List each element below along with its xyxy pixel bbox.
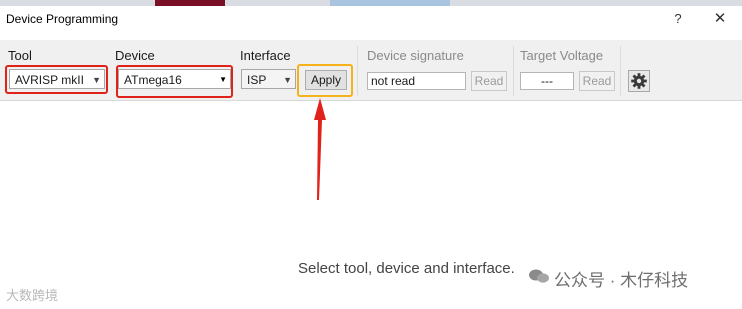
status-message: Select tool, device and interface.	[298, 260, 515, 277]
help-button[interactable]: ?	[668, 9, 688, 29]
device-label: Device	[115, 48, 155, 63]
watermark-left: 大数跨境	[6, 288, 59, 303]
wechat-icon	[529, 269, 549, 283]
toolbar-separator	[620, 46, 621, 96]
programming-toolbar: Tool AVRISP mkII ▼ Device ATmega16 ▼ Int…	[0, 40, 742, 101]
tool-highlight-box	[5, 65, 108, 94]
interface-label: Interface	[240, 48, 291, 63]
target-voltage-label: Target Voltage	[520, 48, 604, 63]
apply-highlight-box	[297, 64, 353, 97]
target-voltage-field: ---	[520, 72, 574, 90]
toolbar-separator	[513, 46, 514, 96]
device-highlight-box	[116, 65, 233, 98]
read-voltage-button[interactable]: Read	[579, 71, 615, 91]
tool-label: Tool	[8, 48, 32, 63]
interface-select-value: ISP	[247, 73, 267, 87]
annotation-arrow	[314, 98, 326, 200]
settings-button[interactable]	[628, 70, 650, 92]
chevron-down-icon: ▼	[283, 75, 292, 85]
device-signature-field: not read	[367, 72, 466, 90]
device-signature-label: Device signature	[367, 48, 464, 63]
window-title: Device Programming	[6, 12, 119, 26]
close-button[interactable]: ✕	[710, 9, 730, 29]
toolbar-separator	[357, 46, 358, 96]
read-signature-button[interactable]: Read	[471, 71, 507, 91]
watermark-right: 公众号 · 木仔科技	[554, 271, 689, 290]
title-bar: Device Programming ? ✕	[0, 6, 742, 32]
interface-select[interactable]: ISP ▼	[241, 69, 296, 89]
gear-icon	[631, 73, 647, 89]
